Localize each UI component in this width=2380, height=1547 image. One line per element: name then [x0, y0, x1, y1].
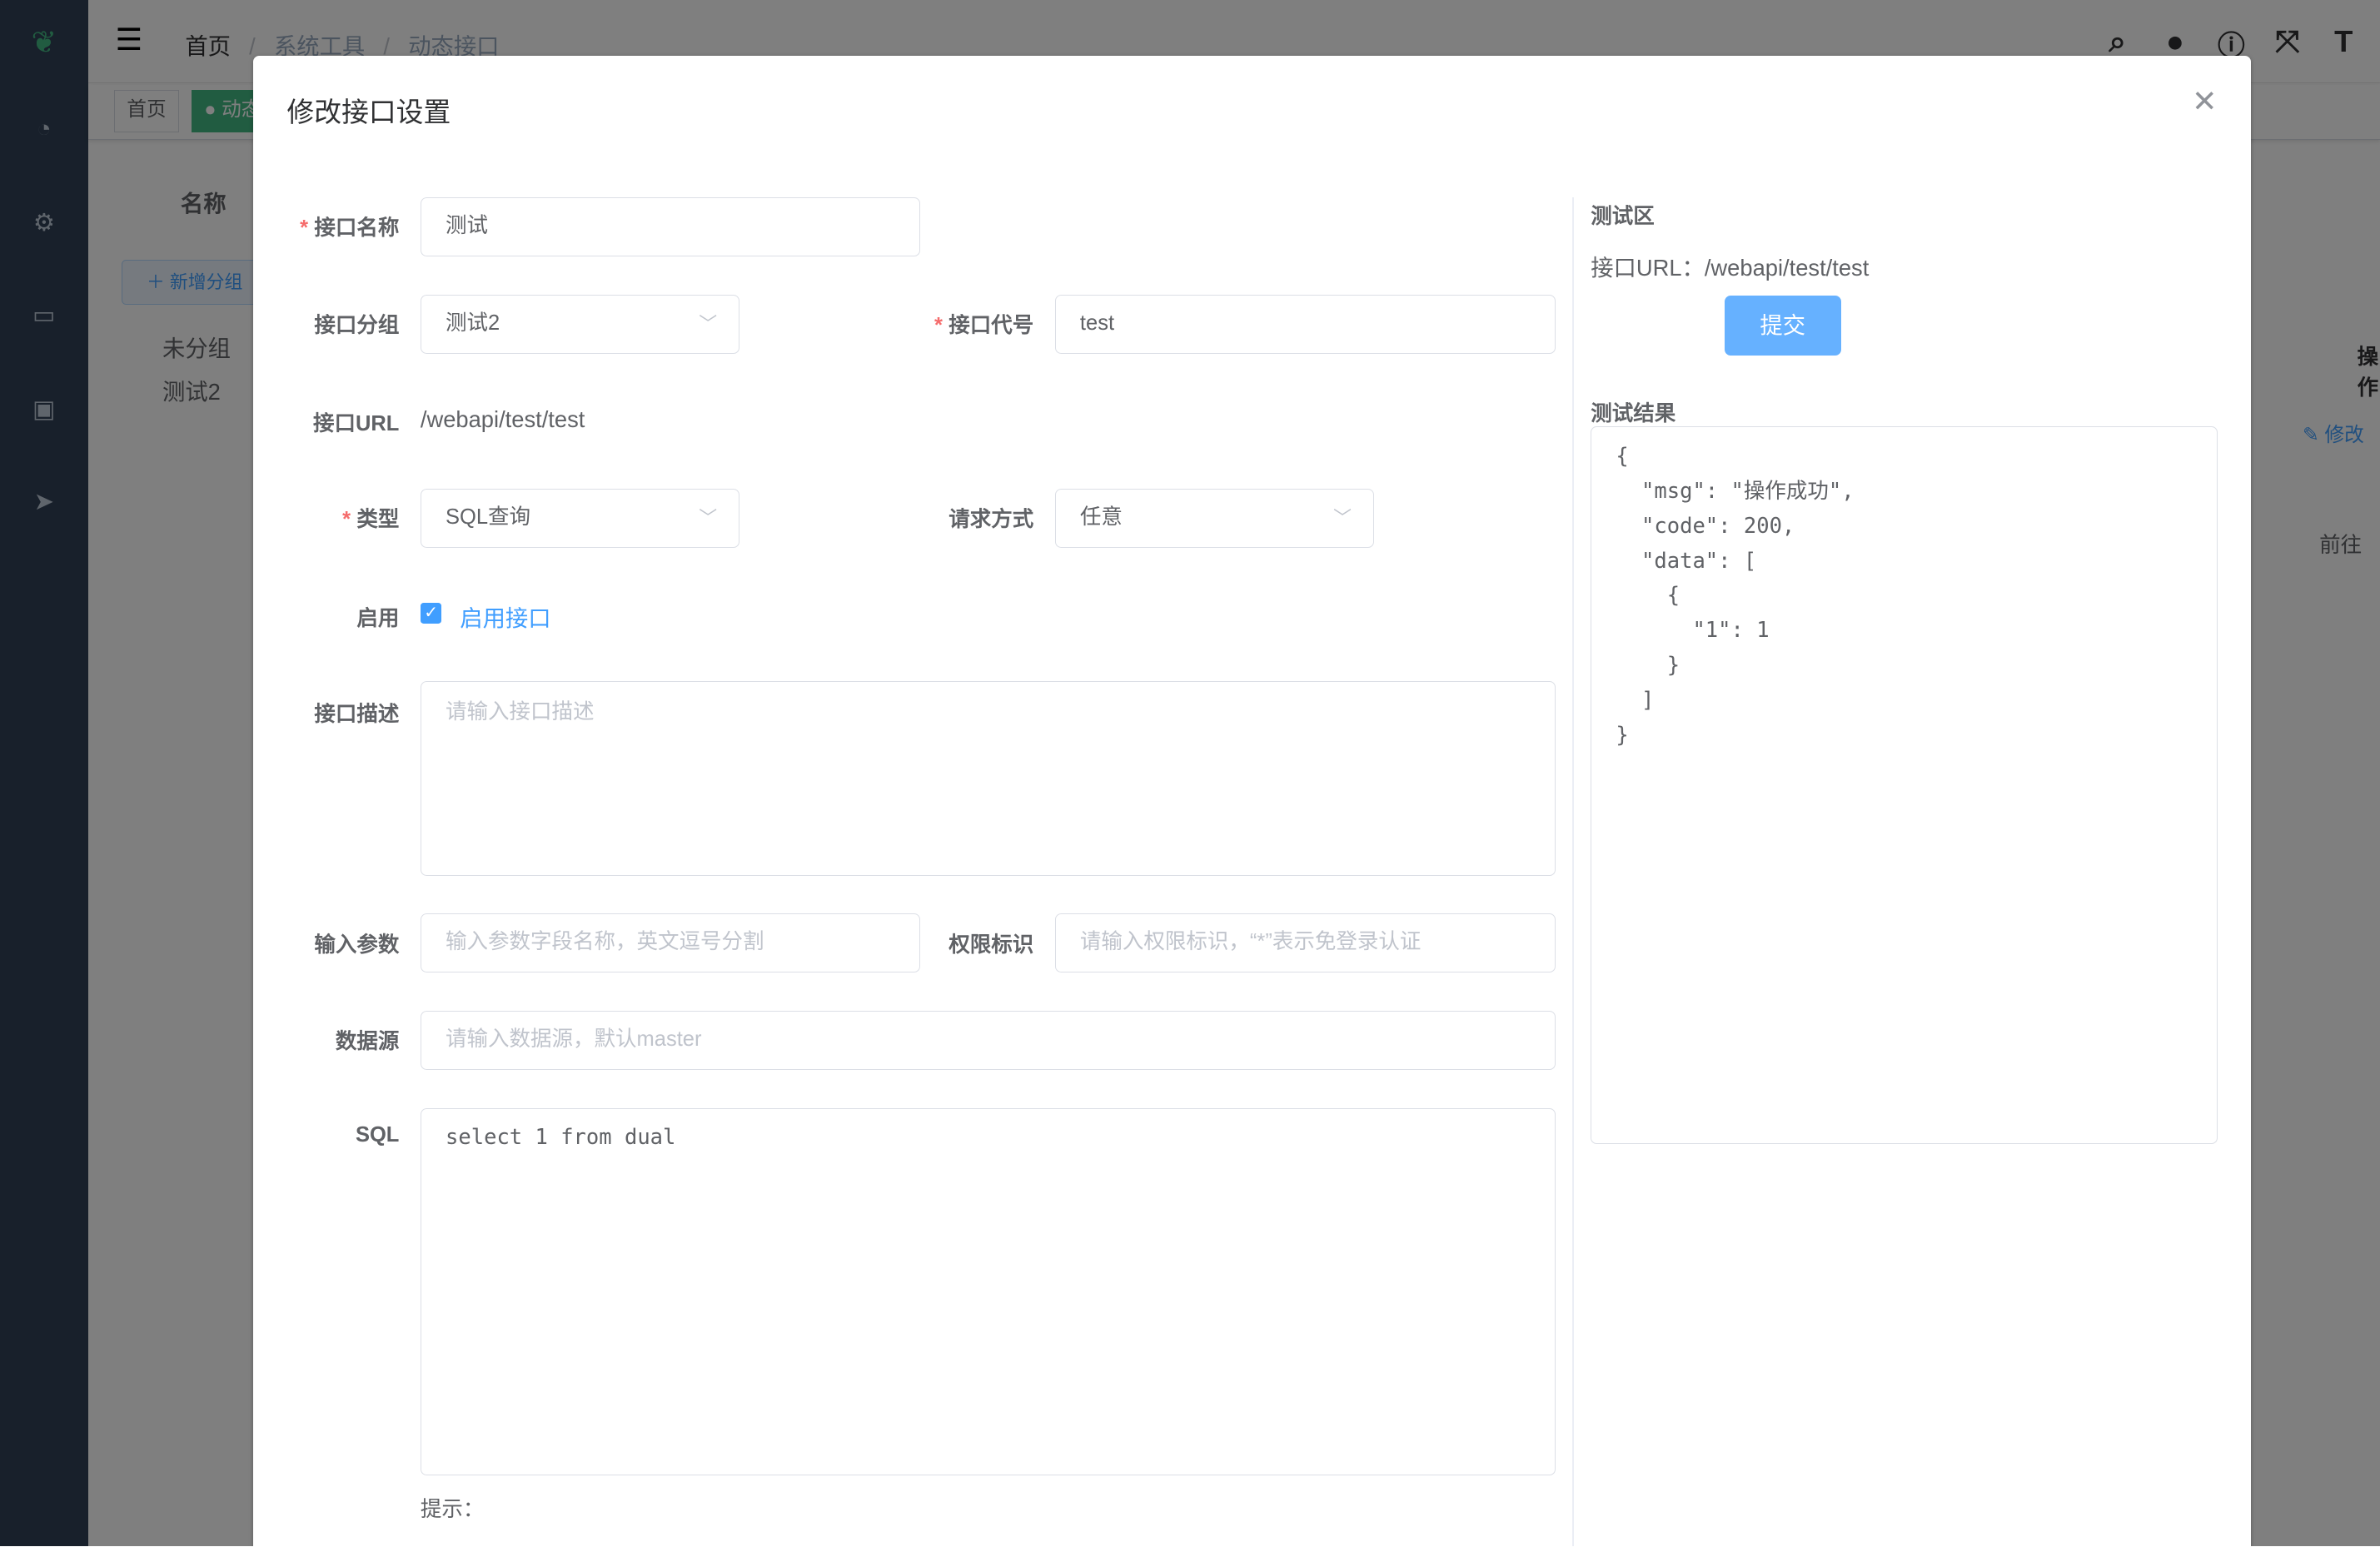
method-value: 任意 — [1079, 505, 1123, 529]
group-label: 接口分组 — [314, 314, 400, 337]
divider — [1572, 196, 1575, 1547]
test-result-label: 测试结果 — [1591, 401, 1676, 425]
method-select[interactable]: 任意 ﹀ — [1054, 488, 1374, 548]
sql-label: SQL — [355, 1122, 400, 1147]
dialog-title: 修改接口设置 — [286, 97, 451, 128]
permission-input[interactable]: 请输入权限标识，“*”表示免登录认证 — [1054, 913, 1556, 973]
test-result-textarea[interactable]: { "msg": "操作成功", "code": 200, "data": [ … — [1591, 426, 2218, 1145]
name-label: 接口名称 — [217, 211, 399, 241]
params-label: 输入参数 — [314, 933, 400, 957]
description-textarea[interactable]: 请输入接口描述 — [420, 681, 1556, 876]
params-input[interactable]: 输入参数字段名称，英文逗号分割 — [420, 913, 920, 973]
chevron-down-icon: ﹀ — [699, 506, 718, 528]
datasource-label: 数据源 — [335, 1030, 400, 1054]
url-label: 接口URL — [312, 412, 400, 436]
code-label: 接口代号 — [852, 308, 1033, 339]
datasource-input[interactable]: 请输入数据源，默认master — [420, 1010, 1556, 1070]
group-select[interactable]: 测试2 ﹀ — [420, 294, 739, 354]
close-icon[interactable]: ✕ — [2192, 83, 2218, 119]
type-label: 类型 — [217, 502, 399, 533]
type-select[interactable]: SQL查询 ﹀ — [420, 488, 739, 548]
enabled-label: 启用 — [356, 606, 400, 630]
url-value: /webapi/test/test — [420, 406, 585, 433]
method-label: 请求方式 — [949, 508, 1034, 532]
submit-button[interactable]: 提交 — [1724, 296, 1841, 356]
name-input[interactable]: 测试 — [420, 196, 920, 257]
chevron-down-icon: ﹀ — [699, 312, 718, 334]
enabled-checkbox-label[interactable]: 启用接口 — [460, 599, 550, 633]
edit-api-dialog: 修改接口设置 ✕ 接口名称 测试 接口分组 测试2﹀ 接口代号 test 接口U… — [253, 56, 2252, 1547]
chevron-down-icon: ﹀ — [1333, 506, 1352, 528]
test-area-title: 测试区 — [1591, 204, 1655, 228]
type-value: SQL查询 — [446, 505, 531, 529]
group-value: 测试2 — [446, 311, 500, 335]
test-url-value: /webapi/test/test — [1704, 254, 1870, 281]
test-url: 接口URL：/webapi/test/test — [1591, 249, 1869, 282]
description-label: 接口描述 — [314, 702, 400, 726]
permission-label: 权限标识 — [949, 933, 1034, 957]
code-input[interactable]: test — [1054, 294, 1556, 354]
sql-textarea[interactable]: select 1 from dual — [420, 1107, 1556, 1475]
test-url-label: 接口URL： — [1591, 254, 1705, 281]
enabled-checkbox[interactable]: ✓ — [420, 602, 442, 624]
hint-text: 提示： — [420, 1497, 485, 1521]
